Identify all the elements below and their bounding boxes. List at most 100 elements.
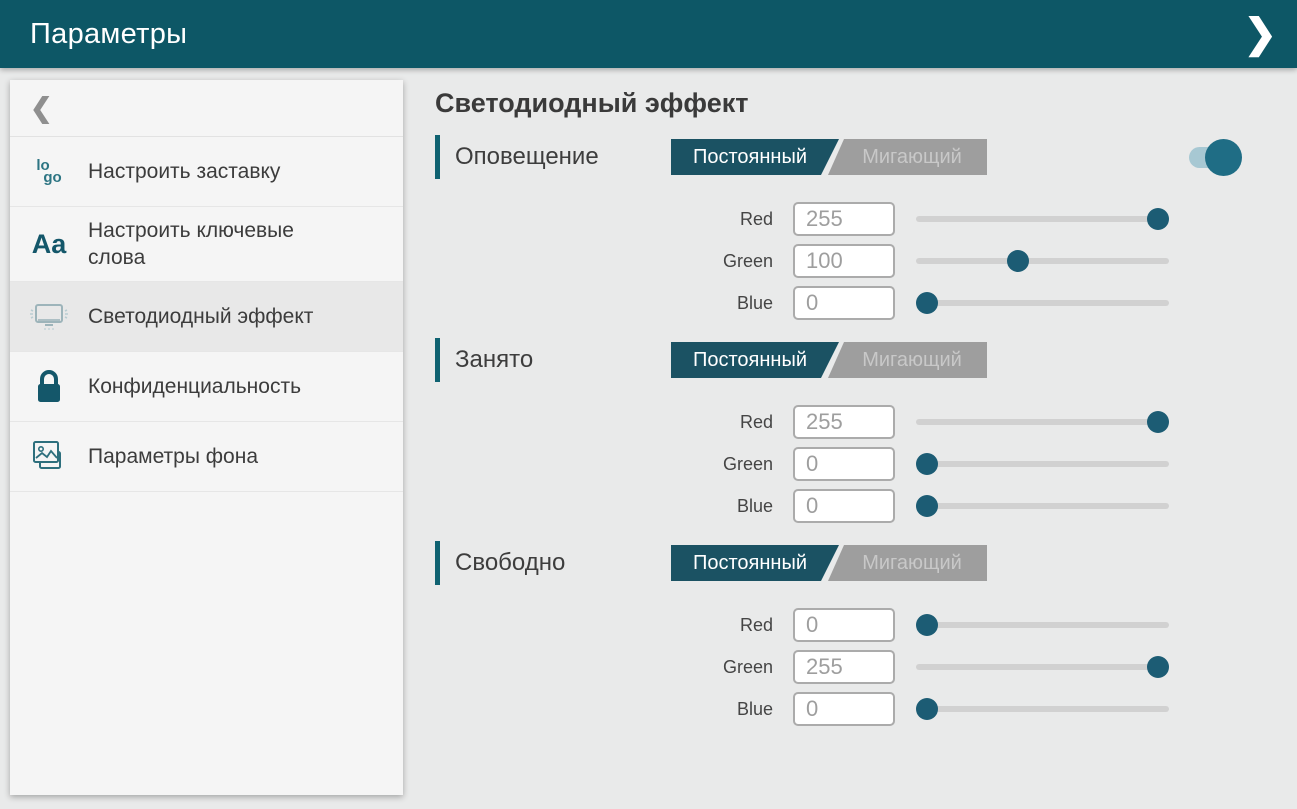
channel-slider[interactable] <box>916 291 1169 315</box>
layout: ❮ logo Настроить заставку Aa Настроить к… <box>0 68 1297 809</box>
channel-slider[interactable] <box>916 655 1169 679</box>
rgb-row: Red <box>435 608 1235 642</box>
switch-knob <box>1205 139 1242 176</box>
channel-slider[interactable] <box>916 613 1169 637</box>
sidebar-item-led-effect[interactable]: Светодиодный эффект <box>10 282 403 352</box>
sidebar-item-label: Светодиодный эффект <box>88 303 313 330</box>
channel-value-input[interactable] <box>793 405 895 439</box>
mode-option-blinking[interactable]: Мигающий <box>823 545 987 581</box>
channel-value-input[interactable] <box>793 244 895 278</box>
slider-rail <box>916 300 1169 306</box>
channel-slider[interactable] <box>916 410 1169 434</box>
channel-label: Blue <box>435 699 793 720</box>
channel-slider[interactable] <box>916 249 1169 273</box>
content-title: Светодиодный эффект <box>435 88 1297 119</box>
sidebar-item-label: Настроить заставку <box>88 158 280 185</box>
channel-value-input[interactable] <box>793 447 895 481</box>
rgb-row: Green <box>435 447 1235 481</box>
page-title: Параметры <box>30 18 187 51</box>
section-header: Оповещение Постоянный Мигающий <box>435 135 1235 179</box>
slider-rail <box>916 503 1169 509</box>
channel-label: Green <box>435 454 793 475</box>
channel-value-input[interactable] <box>793 286 895 320</box>
logo-icon: logo <box>10 160 88 184</box>
sidebar-item-label: Параметры фона <box>88 443 258 470</box>
channel-label: Red <box>435 615 793 636</box>
mode-option-solid[interactable]: Постоянный <box>671 139 839 175</box>
rgb-row: Green <box>435 650 1235 684</box>
sidebar-item-label: Конфиденциальность <box>88 373 301 400</box>
channel-label: Green <box>435 657 793 678</box>
rgb-row: Blue <box>435 286 1235 320</box>
channel-value-input[interactable] <box>793 650 895 684</box>
main-content: Светодиодный эффект Оповещение Постоянны… <box>403 68 1297 809</box>
section-accent-bar <box>435 135 440 179</box>
section-title: Оповещение <box>455 143 671 171</box>
led-enable-switch[interactable] <box>1189 139 1235 175</box>
section-header: Занято Постоянный Мигающий <box>435 338 1235 382</box>
section-accent-bar <box>435 541 440 585</box>
rgb-row: Red <box>435 405 1235 439</box>
mode-toggle: Постоянный Мигающий <box>671 342 987 378</box>
mode-toggle: Постоянный Мигающий <box>671 139 987 175</box>
section-title: Занято <box>455 346 671 374</box>
channel-label: Red <box>435 209 793 230</box>
slider-thumb[interactable] <box>1147 656 1169 678</box>
slider-thumb[interactable] <box>916 495 938 517</box>
rgb-row: Green <box>435 244 1235 278</box>
channel-value-input[interactable] <box>793 202 895 236</box>
chevron-left-icon: ❮ <box>30 93 53 124</box>
slider-thumb[interactable] <box>916 453 938 475</box>
rgb-row: Blue <box>435 489 1235 523</box>
lock-icon <box>10 369 88 405</box>
sidebar-item-keywords[interactable]: Aa Настроить ключевые слова <box>10 207 403 282</box>
slider-rail <box>916 664 1169 670</box>
slider-thumb[interactable] <box>916 292 938 314</box>
slider-rail <box>916 419 1169 425</box>
chevron-right-icon[interactable]: ❯ <box>1243 14 1277 54</box>
channel-slider[interactable] <box>916 207 1169 231</box>
channel-label: Green <box>435 251 793 272</box>
channel-slider[interactable] <box>916 452 1169 476</box>
rgb-rows: Red Green Blue <box>435 608 1235 726</box>
slider-rail <box>916 461 1169 467</box>
slider-rail <box>916 216 1169 222</box>
channel-slider[interactable] <box>916 494 1169 518</box>
mode-option-solid[interactable]: Постоянный <box>671 342 839 378</box>
mode-option-blinking[interactable]: Мигающий <box>823 139 987 175</box>
channel-value-input[interactable] <box>793 608 895 642</box>
rgb-rows: Red Green Blue <box>435 202 1235 320</box>
section-accent-bar <box>435 338 440 382</box>
slider-rail <box>916 706 1169 712</box>
slider-thumb[interactable] <box>916 698 938 720</box>
channel-value-input[interactable] <box>793 692 895 726</box>
slider-thumb[interactable] <box>916 614 938 636</box>
led-section: Свободно Постоянный Мигающий Red Green B… <box>435 541 1235 726</box>
slider-thumb[interactable] <box>1147 208 1169 230</box>
sidebar-item-splash-screen[interactable]: logo Настроить заставку <box>10 137 403 207</box>
rgb-row: Blue <box>435 692 1235 726</box>
sidebar-item-privacy[interactable]: Конфиденциальность <box>10 352 403 422</box>
aa-text-icon: Aa <box>10 229 88 260</box>
slider-thumb[interactable] <box>1007 250 1029 272</box>
channel-label: Blue <box>435 293 793 314</box>
section-title: Свободно <box>455 549 671 577</box>
sidebar-back-button[interactable]: ❮ <box>10 80 403 137</box>
mode-option-solid[interactable]: Постоянный <box>671 545 839 581</box>
screen-icon <box>10 301 88 333</box>
channel-value-input[interactable] <box>793 489 895 523</box>
rgb-row: Red <box>435 202 1235 236</box>
slider-thumb[interactable] <box>1147 411 1169 433</box>
sidebar: ❮ logo Настроить заставку Aa Настроить к… <box>10 80 403 795</box>
led-section: Занято Постоянный Мигающий Red Green Blu… <box>435 338 1235 523</box>
section-header: Свободно Постоянный Мигающий <box>435 541 1235 585</box>
mode-toggle: Постоянный Мигающий <box>671 545 987 581</box>
sidebar-item-label: Настроить ключевые слова <box>88 217 333 271</box>
mode-option-blinking[interactable]: Мигающий <box>823 342 987 378</box>
channel-label: Red <box>435 412 793 433</box>
images-icon <box>10 438 88 476</box>
sidebar-item-background[interactable]: Параметры фона <box>10 422 403 492</box>
slider-rail <box>916 258 1169 264</box>
app-header: Параметры ❯ <box>0 0 1297 68</box>
channel-slider[interactable] <box>916 697 1169 721</box>
